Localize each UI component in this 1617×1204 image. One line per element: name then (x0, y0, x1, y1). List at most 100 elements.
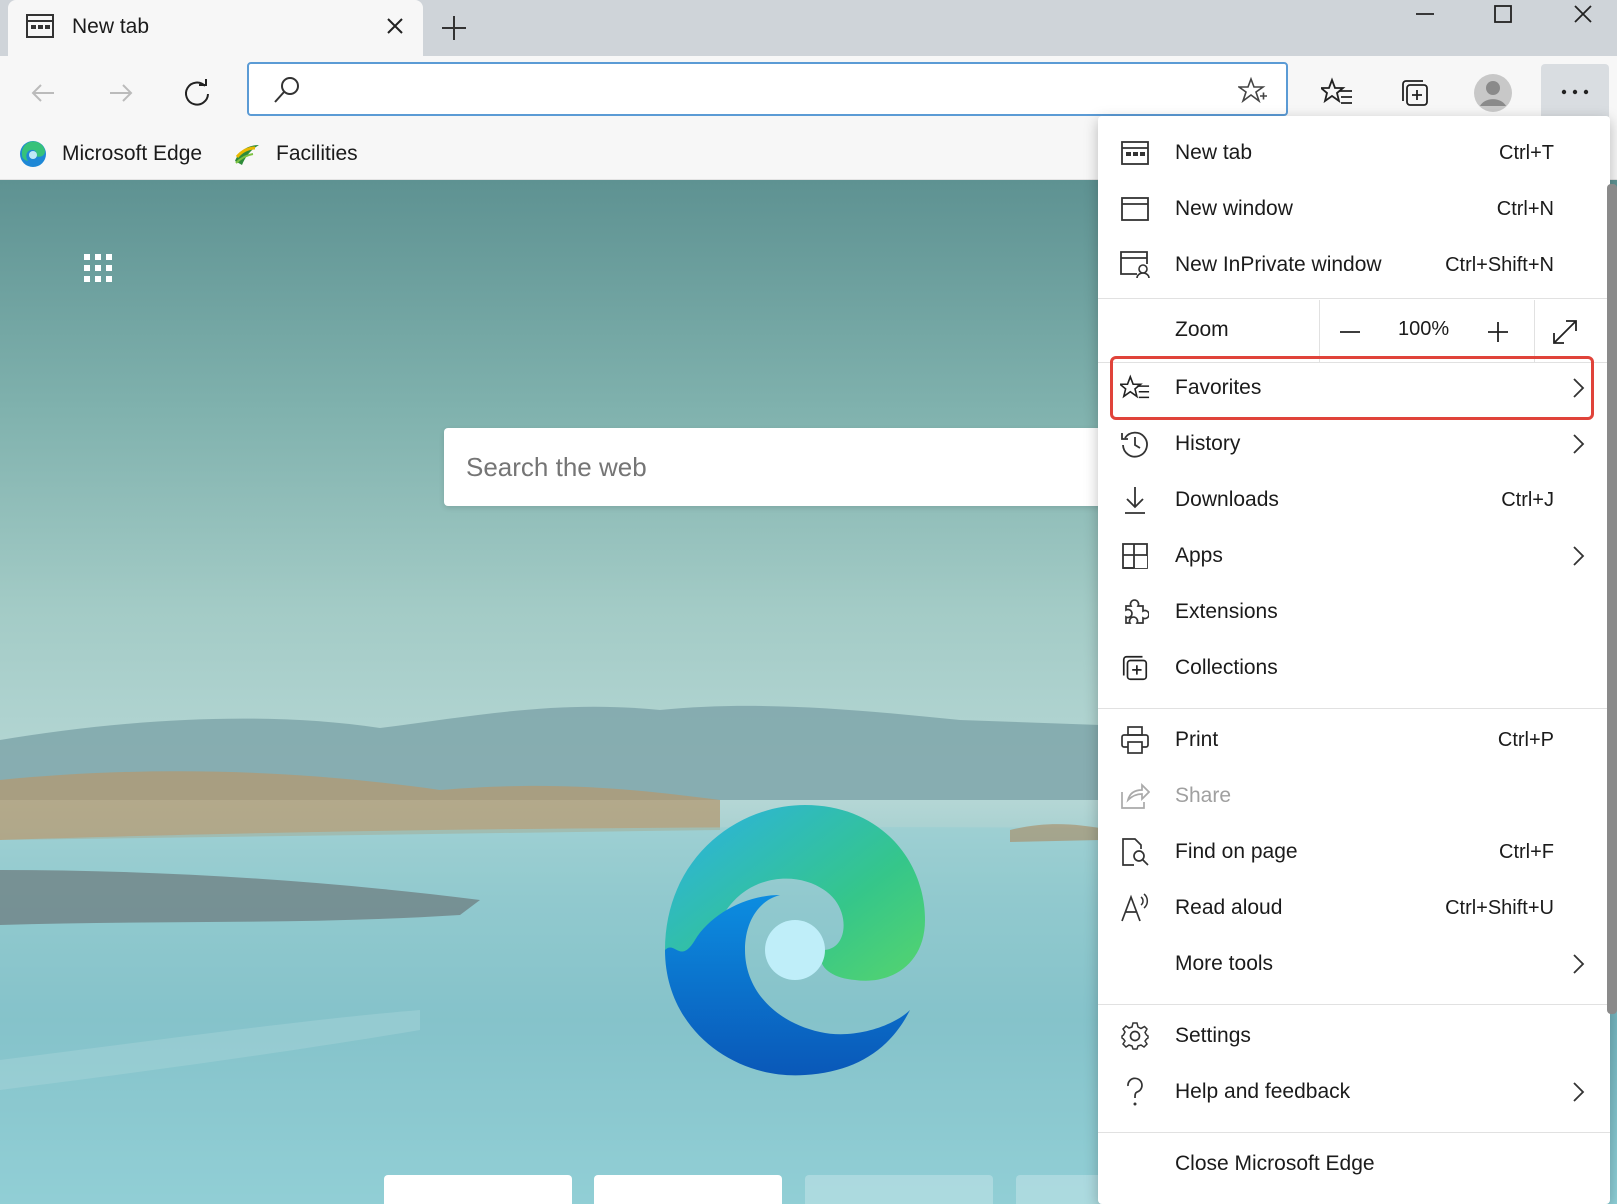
menu-shortcut: Ctrl+Shift+N (1445, 253, 1554, 276)
menu-label: Share (1175, 784, 1232, 807)
favorites-icon (1120, 373, 1150, 403)
zoom-level: 100% (1398, 318, 1450, 340)
window-close-button[interactable] (1543, 0, 1617, 28)
more-icon (1561, 89, 1589, 95)
address-bar[interactable] (247, 62, 1288, 116)
question-mark-icon (1120, 1077, 1150, 1107)
menu-label: Help and feedback (1175, 1080, 1351, 1103)
collections-button[interactable] (1388, 66, 1442, 120)
history-icon (1120, 429, 1150, 459)
menu-item-history[interactable]: History (1098, 416, 1610, 472)
apps-grid-icon[interactable] (80, 250, 116, 286)
tab-new-tab[interactable]: New tab (8, 0, 423, 56)
minimize-button[interactable] (1385, 0, 1465, 28)
favorites-button[interactable] (1310, 66, 1364, 120)
menu-item-settings[interactable]: Settings (1098, 1008, 1610, 1064)
quick-link-tile[interactable] (594, 1175, 782, 1204)
menu-item-read-aloud[interactable]: Read aloud Ctrl+Shift+U (1098, 880, 1610, 936)
menu-item-more-tools[interactable]: More tools (1098, 936, 1610, 992)
favorite-microsoft-edge[interactable]: Microsoft Edge (18, 136, 202, 172)
menu-item-find-on-page[interactable]: Find on page Ctrl+F (1098, 824, 1610, 880)
address-input[interactable] (319, 74, 1179, 104)
full-screen-button[interactable] (1545, 312, 1585, 352)
menu-label: Collections (1175, 656, 1278, 679)
minimize-icon (1416, 13, 1434, 15)
favorite-label: Facilities (276, 142, 358, 165)
menu-item-share[interactable]: Share (1098, 768, 1610, 824)
close-icon[interactable] (383, 14, 407, 38)
menu-item-help-and-feedback[interactable]: Help and feedback (1098, 1064, 1610, 1120)
maximize-button[interactable] (1463, 0, 1543, 28)
menu-item-favorites[interactable]: Favorites (1098, 360, 1610, 416)
menu-scrollbar[interactable] (1607, 184, 1617, 1014)
read-aloud-icon (1120, 893, 1150, 923)
new-tab-button[interactable] (438, 12, 470, 44)
menu-shortcut: Ctrl+N (1496, 197, 1554, 220)
star-add-icon[interactable] (1236, 76, 1268, 106)
menu-shortcut: Ctrl+J (1501, 488, 1554, 511)
menu-separator (1098, 708, 1610, 709)
web-search-input[interactable] (466, 448, 1106, 486)
menu-label: Settings (1175, 1024, 1251, 1047)
settings-and-more-button[interactable] (1541, 64, 1609, 120)
menu-item-new-inprivate-window[interactable]: New InPrivate window Ctrl+Shift+N (1098, 237, 1610, 293)
tab-page-icon (26, 14, 54, 38)
quick-link-tile[interactable] (384, 1175, 572, 1204)
close-icon (1574, 5, 1592, 23)
gear-icon (1120, 1021, 1150, 1051)
menu-separator (1098, 1132, 1610, 1133)
web-search-box[interactable] (444, 428, 1144, 506)
menu-label: Favorites (1175, 376, 1262, 399)
edge-logo-icon (665, 805, 925, 1076)
plus-icon (442, 16, 466, 40)
chevron-right-icon (1568, 1080, 1588, 1104)
menu-label: New window (1175, 197, 1293, 220)
chevron-right-icon (1568, 952, 1588, 976)
menu-item-apps[interactable]: Apps (1098, 528, 1610, 584)
edge-logo-icon (20, 141, 46, 167)
zoom-row: Zoom 100% (1098, 300, 1610, 362)
collections-icon (1402, 80, 1428, 106)
menu-item-print[interactable]: Print Ctrl+P (1098, 712, 1610, 768)
forward-button[interactable] (94, 66, 148, 120)
zoom-out-button[interactable] (1330, 312, 1370, 352)
favorite-facilities[interactable]: Facilities (232, 136, 358, 172)
menu-label: Read aloud (1175, 896, 1283, 919)
menu-label: Downloads (1175, 488, 1279, 511)
menu-shortcut: Ctrl+P (1497, 728, 1554, 751)
chevron-right-icon (1568, 432, 1588, 456)
settings-and-more-menu: New tab Ctrl+T New window Ctrl+N New InP… (1098, 116, 1610, 1204)
search-icon (271, 74, 303, 106)
tab-page-icon (1120, 138, 1150, 168)
menu-item-extensions[interactable]: Extensions (1098, 584, 1610, 640)
chevron-right-icon (1568, 376, 1588, 400)
menu-label: Close Microsoft Edge (1175, 1152, 1375, 1175)
find-on-page-icon (1120, 837, 1150, 867)
menu-item-downloads[interactable]: Downloads Ctrl+J (1098, 472, 1610, 528)
profile-button[interactable] (1466, 66, 1520, 120)
menu-item-close-microsoft-edge[interactable]: Close Microsoft Edge (1098, 1136, 1610, 1192)
menu-label: History (1175, 432, 1241, 455)
chevron-right-icon (1568, 544, 1588, 568)
window-icon (1120, 194, 1150, 224)
menu-item-collections[interactable]: Collections (1098, 640, 1610, 696)
zoom-label: Zoom (1175, 318, 1229, 341)
back-button[interactable] (16, 66, 70, 120)
quick-link-tile[interactable] (805, 1175, 993, 1204)
refresh-button[interactable] (170, 66, 224, 120)
download-icon (1120, 485, 1150, 515)
menu-shortcut: Ctrl+F (1499, 840, 1554, 863)
menu-shortcut: Ctrl+Shift+U (1445, 896, 1554, 919)
refresh-icon (185, 79, 209, 106)
facilities-icon (235, 145, 259, 165)
menu-label: New tab (1175, 141, 1253, 164)
menu-item-new-window[interactable]: New window Ctrl+N (1098, 181, 1610, 237)
menu-label: Apps (1175, 544, 1223, 567)
zoom-in-button[interactable] (1478, 312, 1518, 352)
menu-label: More tools (1175, 952, 1274, 975)
tab-title: New tab (72, 15, 150, 38)
menu-item-new-tab[interactable]: New tab Ctrl+T (1098, 125, 1610, 181)
inprivate-window-icon (1120, 250, 1150, 280)
maximize-icon (1494, 5, 1512, 23)
menu-separator (1098, 298, 1610, 299)
